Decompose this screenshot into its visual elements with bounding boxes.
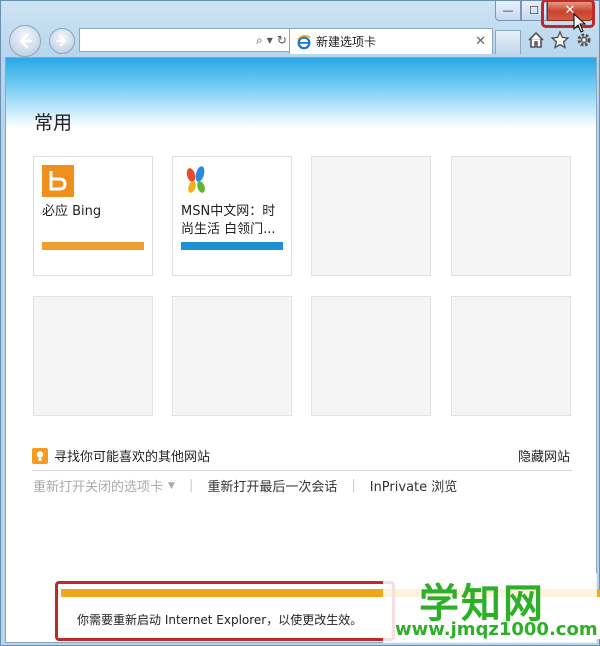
inprivate-link[interactable]: InPrivate 浏览 (370, 476, 458, 495)
tile-empty[interactable] (451, 296, 571, 416)
minimize-button[interactable]: — (495, 1, 521, 21)
chevron-down-icon[interactable]: ▼ (168, 481, 175, 491)
msn-butterfly-icon (186, 166, 205, 193)
new-tab-page: 常用 必应 Bing MSN中文网：时尚生活 白领门... 寻找你可能喜欢的其他… (5, 57, 597, 643)
forward-button[interactable] (49, 28, 75, 54)
suggest-bulb-icon (32, 447, 48, 464)
link-separator: | (351, 478, 356, 493)
watermark-url: www.jmqz1000.com (395, 619, 598, 640)
address-bar[interactable]: ⌕ ▾ ↻ (79, 28, 291, 52)
new-tab-button[interactable] (495, 30, 521, 54)
browser-window: — ☐ ✕ ⌕ ▾ ↻ 新建选项卡 ✕ 常用 必应 Bing MSN中文网：时尚… (0, 0, 600, 646)
reopen-last-session-link[interactable]: 重新打开最后一次会话 (207, 476, 337, 495)
forward-arrow-icon (56, 35, 67, 47)
tile-empty[interactable] (311, 296, 431, 416)
tile-label: MSN中文网：时尚生活 白领门... (181, 204, 276, 237)
tile-msn[interactable]: MSN中文网：时尚生活 白领门... (172, 156, 292, 276)
tab-title: 新建选项卡 (316, 35, 377, 49)
suggest-sites-link[interactable]: 寻找你可能喜欢的其他网站 (32, 446, 210, 465)
home-icon[interactable] (527, 31, 545, 49)
tile-color-bar (42, 242, 144, 250)
tile-empty[interactable] (172, 296, 292, 416)
back-button[interactable] (9, 25, 41, 57)
tile-empty[interactable] (451, 156, 571, 276)
bing-logo-icon (42, 165, 74, 197)
header-gradient (6, 58, 596, 128)
tab-close-icon[interactable]: ✕ (475, 34, 486, 49)
refresh-icon[interactable]: ↻ (277, 33, 287, 47)
frequent-sites-title: 常用 (34, 112, 73, 134)
navigation-bar: ⌕ ▾ ↻ 新建选项卡 ✕ (9, 25, 597, 57)
tab-new-tab[interactable]: 新建选项卡 ✕ (289, 28, 493, 54)
tile-bing[interactable]: 必应 Bing (33, 156, 153, 276)
notification-highlight (55, 581, 395, 641)
session-links: 重新打开关闭的选项卡 ▼ | 重新打开最后一次会话 | InPrivate 浏览 (33, 476, 457, 495)
hide-sites-link[interactable]: 隐藏网站 (518, 446, 570, 465)
favorites-star-icon[interactable] (551, 31, 569, 49)
suggest-sites-label: 寻找你可能喜欢的其他网站 (54, 450, 211, 465)
divider (32, 470, 572, 471)
command-icons (527, 31, 593, 49)
tile-label: 必应 Bing (42, 204, 102, 219)
link-separator: | (188, 478, 194, 493)
tile-empty[interactable] (311, 156, 431, 276)
address-input[interactable] (83, 30, 256, 50)
watermark: 学知网 www.jmqz1000.com (383, 573, 598, 643)
back-arrow-icon (19, 33, 33, 49)
address-dropdown-icon[interactable]: ▾ (267, 33, 273, 47)
settings-gear-icon[interactable] (575, 31, 593, 49)
tile-empty[interactable] (33, 296, 153, 416)
tile-color-bar (181, 242, 283, 250)
search-icon[interactable]: ⌕ (256, 33, 263, 48)
ie-tab-icon (297, 34, 311, 49)
reopen-closed-tabs-link[interactable]: 重新打开关闭的选项卡 (33, 476, 163, 495)
